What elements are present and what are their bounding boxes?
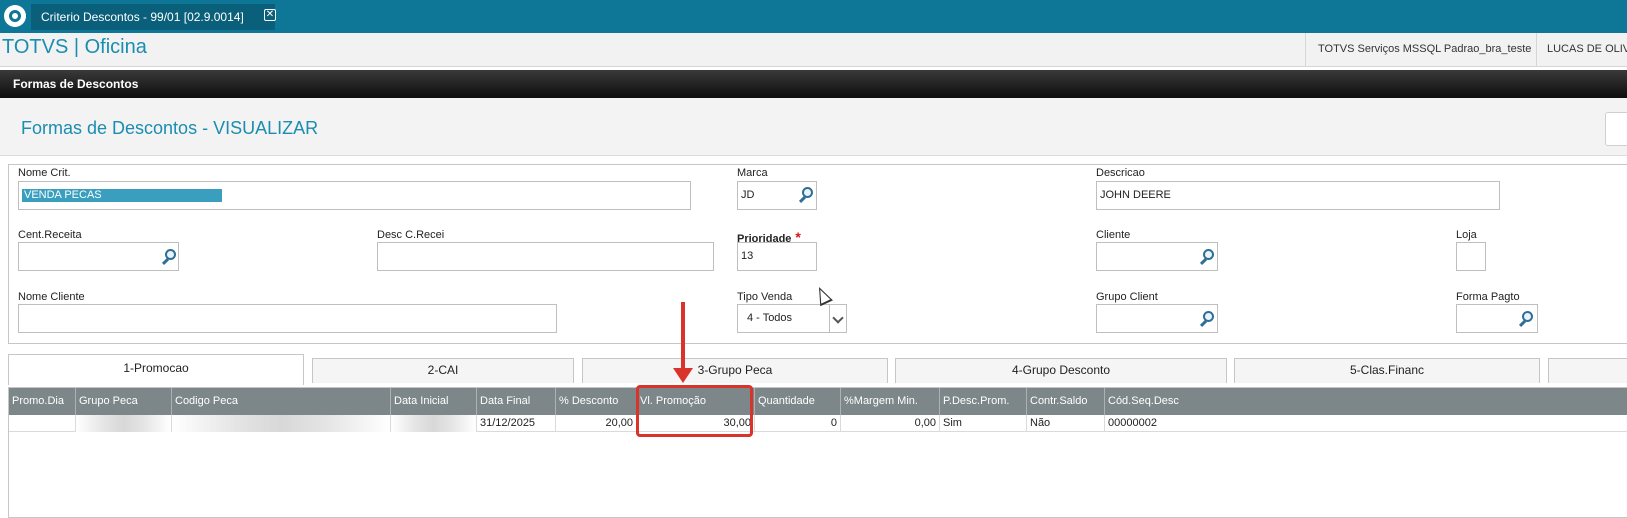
table-row[interactable]: 31/12/2025 20,00 30,00 0 0,00 Sim Não 00… (9, 415, 1627, 432)
forma-pagto-search-icon[interactable] (1518, 310, 1536, 328)
desc-c-recei-field[interactable] (377, 242, 714, 271)
cell-margem-min[interactable]: 0,00 (841, 415, 940, 432)
nome-cliente-field[interactable] (18, 304, 557, 333)
descricao-field[interactable]: JOHN DEERE (1096, 181, 1500, 210)
col-p-desc-prom[interactable]: P.Desc.Prom. (940, 388, 1027, 415)
forma-pagto-label: Forma Pagto (1456, 291, 1520, 303)
loja-field[interactable] (1456, 242, 1486, 271)
col-cod-seq-desc[interactable]: Cód.Seq.Desc (1105, 388, 1627, 415)
page-title: Formas de Descontos - VISUALIZAR (21, 118, 319, 138)
window-tab[interactable]: Criterio Descontos - 99/01 [02.9.0014] (31, 4, 275, 30)
cent-receita-field[interactable] (18, 242, 179, 271)
prioridade-field[interactable]: 13 (737, 242, 817, 271)
tipo-venda-value: 4 - Todos (747, 312, 793, 324)
cell-promo-dia[interactable] (9, 415, 76, 432)
col-contr-saldo[interactable]: Contr.Saldo (1027, 388, 1105, 415)
environment-info: TOTVS Serviços MSSQL Padrao_bra_teste (1305, 33, 1531, 66)
cell-grupo-peca[interactable] (76, 415, 172, 432)
cliente-label: Cliente (1096, 229, 1131, 241)
tab-grupo-peca[interactable]: 3-Grupo Peca (582, 358, 888, 383)
close-tab-icon[interactable]: ✕ (264, 9, 276, 21)
cell-quantidade[interactable]: 0 (755, 415, 841, 432)
cent-receita-label: Cent.Receita (18, 229, 82, 241)
totvs-logo-icon[interactable] (4, 5, 26, 27)
cliente-search-icon[interactable] (1199, 248, 1217, 266)
grupo-client-search-icon[interactable] (1199, 310, 1217, 328)
tab-grupo-desconto[interactable]: 4-Grupo Desconto (895, 358, 1227, 383)
brand-bar: TOTVS | Oficina TOTVS Serviços MSSQL Pad… (0, 33, 1627, 67)
nome-cliente-label: Nome Cliente (18, 291, 85, 303)
promocao-grid: Promo.Dia Grupo Peca Codigo Peca Data In… (8, 387, 1627, 518)
cell-p-desc-prom[interactable]: Sim (940, 415, 1027, 432)
annotation-arrow-head (673, 368, 693, 383)
page-header: Formas de Descontos - VISUALIZAR (0, 98, 1627, 156)
cell-cod-seq-desc[interactable]: 00000002 (1105, 415, 1627, 432)
loja-label: Loja (1456, 229, 1477, 241)
col-data-final[interactable]: Data Final (477, 388, 556, 415)
tab-clas-financ[interactable]: 5-Clas.Financ (1234, 358, 1540, 383)
nome-crit-label: Nome Crit. (18, 167, 71, 179)
cell-codigo-peca[interactable] (172, 415, 391, 432)
grid-header: Promo.Dia Grupo Peca Codigo Peca Data In… (9, 388, 1627, 415)
tab-next[interactable] (1548, 358, 1627, 383)
brand-title: TOTVS | Oficina (2, 36, 147, 58)
nome-crit-field[interactable]: VENDA PECAS (18, 181, 691, 210)
tipo-venda-select[interactable]: 4 - Todos (737, 304, 847, 333)
desc-c-recei-label: Desc C.Recei (377, 229, 445, 241)
col-data-inicial[interactable]: Data Inicial (391, 388, 477, 415)
grupo-client-label: Grupo Client (1096, 291, 1158, 303)
chevron-down-icon[interactable] (829, 305, 846, 332)
cell-data-final[interactable]: 31/12/2025 (477, 415, 556, 432)
cent-receita-search-icon[interactable] (161, 248, 179, 266)
tipo-venda-label: Tipo Venda (737, 291, 793, 303)
col-desconto[interactable]: % Desconto (556, 388, 637, 415)
cell-desconto[interactable]: 20,00 (556, 415, 637, 432)
descricao-label: Descricao (1096, 167, 1145, 179)
cell-contr-saldo[interactable]: Não (1027, 415, 1105, 432)
annotation-arrow (681, 302, 685, 372)
annotation-highlight-box (636, 385, 753, 437)
tab-promocao[interactable]: 1-Promocao (8, 354, 304, 385)
toolbar-button[interactable] (1605, 112, 1627, 146)
marca-search-icon[interactable] (798, 186, 816, 204)
col-margem-min[interactable]: %Margem Min. (841, 388, 940, 415)
tab-cai[interactable]: 2-CAI (312, 358, 574, 383)
col-codigo-peca[interactable]: Codigo Peca (172, 388, 391, 415)
nome-crit-value: VENDA PECAS (22, 189, 222, 202)
user-info: LUCAS DE OLIVEIRA (1536, 33, 1627, 66)
window-titlebar: Criterio Descontos - 99/01 [02.9.0014] ✕ (0, 0, 1627, 33)
section-title: Formas de Descontos (0, 70, 1627, 98)
col-promo-dia[interactable]: Promo.Dia (9, 388, 76, 415)
col-quantidade[interactable]: Quantidade (755, 388, 841, 415)
col-grupo-peca[interactable]: Grupo Peca (76, 388, 172, 415)
marca-label: Marca (737, 167, 768, 179)
cell-data-inicial[interactable] (391, 415, 477, 432)
